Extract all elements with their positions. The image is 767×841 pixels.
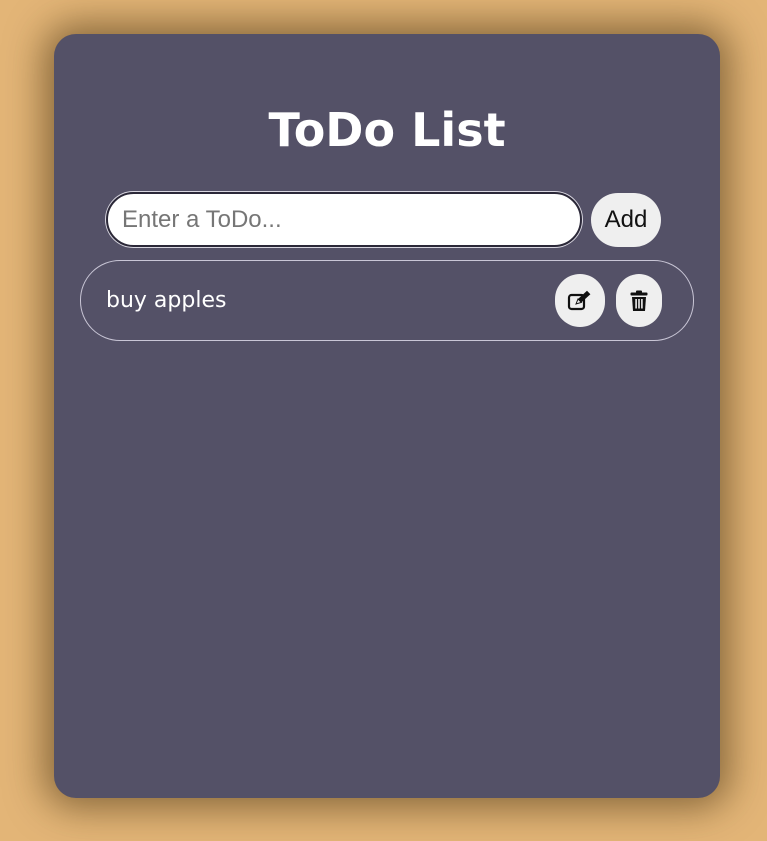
delete-button[interactable] <box>616 274 662 327</box>
edit-button[interactable] <box>555 274 605 327</box>
todo-card: ToDo List Add buy apples <box>54 34 720 798</box>
edit-icon <box>567 290 593 312</box>
list-item: buy apples <box>80 260 694 341</box>
todo-input[interactable] <box>106 192 582 247</box>
todo-text: buy apples <box>106 288 227 313</box>
add-button[interactable]: Add <box>591 193 661 247</box>
trash-icon <box>630 290 648 312</box>
page-title: ToDo List <box>268 103 506 157</box>
